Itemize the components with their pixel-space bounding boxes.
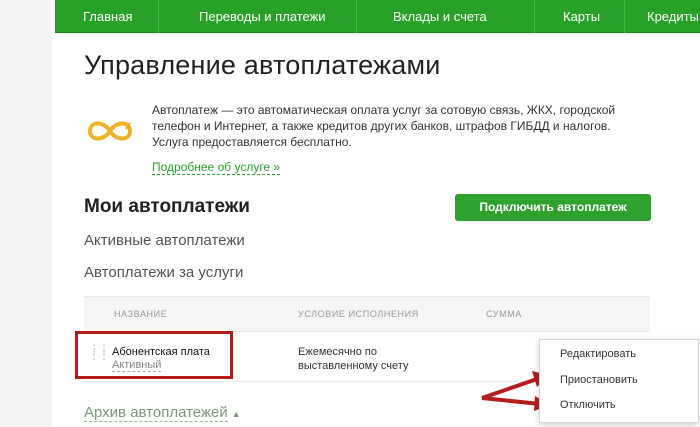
row-actions-menu: Редактировать Приостановить Отключить	[539, 339, 699, 423]
page-title: Управление автоплатежами	[84, 50, 441, 80]
column-header-name: НАЗВАНИЕ	[114, 309, 168, 319]
connect-autopayment-button[interactable]: Подключить автоплатеж	[455, 194, 651, 221]
page: Главная Переводы и платежи Вклады и счет…	[0, 0, 700, 427]
nav-item-transfers[interactable]: Переводы и платежи	[159, 0, 357, 33]
annotation-highlight-box	[75, 331, 233, 379]
my-autopayments-title: Мои автоплатежи	[84, 196, 250, 217]
info-text: Автоплатеж — это автоматическая оплата у…	[152, 103, 616, 149]
more-info-link[interactable]: Подробнее об услуге »	[152, 160, 281, 175]
menu-item-disable[interactable]: Отключить	[560, 399, 616, 411]
nav-item-credits[interactable]: Кредиты	[625, 0, 700, 33]
column-header-condition: УСЛОВИЕ ИСПОЛНЕНИЯ	[298, 309, 419, 319]
caret-up-icon: ▲	[231, 409, 241, 419]
menu-item-suspend[interactable]: Приостановить	[560, 374, 638, 386]
archive-toggle[interactable]: Архив автоплатежей ▲	[84, 404, 241, 422]
archive-label: Архив автоплатежей	[84, 404, 228, 422]
table-header: НАЗВАНИЕ УСЛОВИЕ ИСПОЛНЕНИЯ СУММА	[84, 296, 650, 332]
top-nav: Главная Переводы и платежи Вклады и счет…	[55, 0, 700, 33]
nav-item-deposits[interactable]: Вклады и счета	[357, 0, 535, 33]
autopayment-condition: Ежемесячно по выставленному счету	[298, 346, 409, 372]
active-autopayments-title: Активные автоплатежи	[84, 232, 245, 249]
infinity-icon	[87, 121, 133, 141]
nav-item-cards[interactable]: Карты	[535, 0, 625, 33]
nav-item-home[interactable]: Главная	[55, 0, 159, 33]
service-autopayments-title: Автоплатежи за услуги	[84, 264, 244, 281]
menu-item-edit[interactable]: Редактировать	[560, 348, 636, 360]
left-gutter	[0, 0, 52, 427]
column-header-amount: СУММА	[486, 309, 522, 319]
